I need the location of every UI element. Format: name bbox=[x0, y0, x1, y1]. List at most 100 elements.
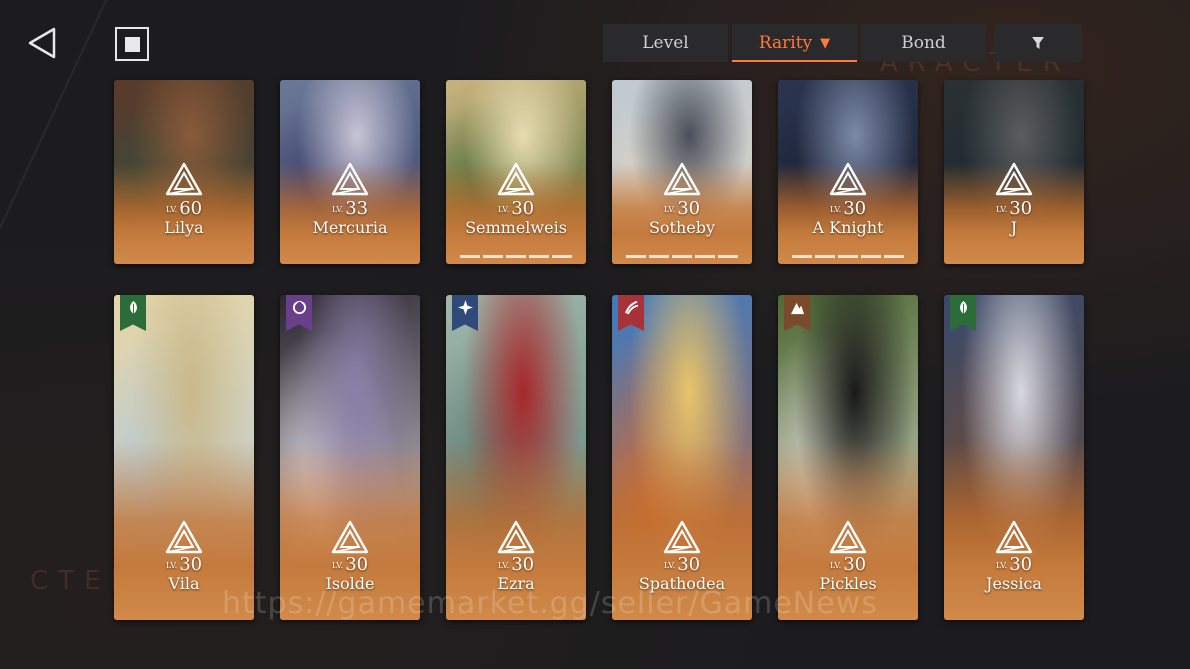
level-value: 30 bbox=[1009, 198, 1033, 219]
flame-icon bbox=[624, 300, 639, 319]
level-value: 30 bbox=[345, 554, 369, 575]
character-name: A Knight bbox=[812, 218, 884, 237]
level-prefix: LV. bbox=[663, 205, 676, 214]
bond-progress-pips bbox=[626, 255, 738, 258]
character-name: Sotheby bbox=[648, 218, 716, 237]
character-card[interactable]: LV. 33 Mercuria bbox=[280, 80, 420, 264]
level-prefix: LV. bbox=[165, 561, 178, 570]
sort-tab-rarity[interactable]: Rarity ▼ bbox=[732, 24, 857, 62]
level-prefix: LV. bbox=[331, 561, 344, 570]
mountain-icon bbox=[790, 300, 805, 319]
character-level: LV. 30 bbox=[446, 554, 586, 575]
level-value: 30 bbox=[843, 198, 867, 219]
bond-pip bbox=[815, 255, 835, 258]
level-value: 30 bbox=[843, 554, 867, 575]
level-prefix: LV. bbox=[663, 561, 676, 570]
level-prefix: LV. bbox=[829, 205, 842, 214]
sort-tab-bond-label: Bond bbox=[901, 33, 946, 53]
rarity-emblem-icon bbox=[497, 162, 535, 196]
character-card[interactable]: LV. 30 Semmelweis bbox=[446, 80, 586, 264]
bond-pip bbox=[529, 255, 549, 258]
level-value: 30 bbox=[511, 554, 535, 575]
back-triangle-icon bbox=[28, 27, 56, 59]
bond-pip bbox=[552, 255, 572, 258]
bond-pip bbox=[483, 255, 503, 258]
level-prefix: LV. bbox=[995, 561, 1008, 570]
character-card[interactable]: LV. 30 Vila bbox=[114, 295, 254, 620]
character-card[interactable]: LV. 60 Lilya bbox=[114, 80, 254, 264]
bond-pip bbox=[626, 255, 646, 258]
bond-pip bbox=[884, 255, 904, 258]
character-level: LV. 33 bbox=[280, 198, 420, 219]
character-name: Semmelweis bbox=[465, 218, 567, 237]
level-prefix: LV. bbox=[829, 561, 842, 570]
level-value: 60 bbox=[179, 198, 203, 219]
character-level: LV. 60 bbox=[114, 198, 254, 219]
level-value: 33 bbox=[345, 198, 369, 219]
rarity-emblem-icon bbox=[663, 162, 701, 196]
character-card[interactable]: LV. 30 Ezra bbox=[446, 295, 586, 620]
bond-pip bbox=[792, 255, 812, 258]
sort-tab-rarity-label: Rarity bbox=[758, 33, 813, 53]
sort-tab-bond[interactable]: Bond bbox=[861, 24, 986, 62]
rarity-emblem-icon bbox=[995, 162, 1033, 196]
character-card[interactable]: LV. 30 Jessica bbox=[944, 295, 1084, 620]
character-card[interactable]: LV. 30 Sotheby bbox=[612, 80, 752, 264]
stop-square-icon bbox=[124, 36, 140, 52]
sort-bar: Level Rarity ▼ Bond bbox=[603, 24, 1082, 62]
character-card[interactable]: LV. 30 A Knight bbox=[778, 80, 918, 264]
character-level: LV. 30 bbox=[944, 198, 1084, 219]
star-icon bbox=[457, 300, 473, 319]
character-level: LV. 30 bbox=[446, 198, 586, 219]
rarity-emblem-icon bbox=[829, 162, 867, 196]
sort-tab-level-label: Level bbox=[642, 33, 689, 53]
sort-direction-icon: ▼ bbox=[820, 35, 831, 51]
bond-pip bbox=[649, 255, 669, 258]
sort-tab-level[interactable]: Level bbox=[603, 24, 728, 62]
bond-pip bbox=[861, 255, 881, 258]
level-prefix: LV. bbox=[165, 205, 178, 214]
level-prefix: LV. bbox=[497, 561, 510, 570]
bond-pip bbox=[506, 255, 526, 258]
bond-pip bbox=[718, 255, 738, 258]
character-card[interactable]: LV. 30 Spathodea bbox=[612, 295, 752, 620]
character-level: LV. 30 bbox=[114, 554, 254, 575]
level-value: 30 bbox=[677, 198, 701, 219]
bond-pip bbox=[460, 255, 480, 258]
rarity-emblem-icon bbox=[331, 162, 369, 196]
character-level: LV. 30 bbox=[778, 198, 918, 219]
bond-pip bbox=[672, 255, 692, 258]
leaf-icon bbox=[957, 300, 970, 319]
bond-pip bbox=[695, 255, 715, 258]
back-button[interactable] bbox=[26, 26, 58, 60]
character-level: LV. 30 bbox=[612, 554, 752, 575]
rarity-emblem-icon bbox=[663, 520, 701, 554]
level-value: 30 bbox=[179, 554, 203, 575]
watermark: https://gamemarket.gg/seller/GameNews bbox=[222, 586, 878, 621]
stop-button[interactable] bbox=[115, 27, 149, 61]
character-card[interactable]: LV. 30 J bbox=[944, 80, 1084, 264]
leaf-icon bbox=[127, 300, 140, 319]
bond-pip bbox=[838, 255, 858, 258]
character-level: LV. 30 bbox=[944, 554, 1084, 575]
level-prefix: LV. bbox=[331, 205, 344, 214]
rarity-emblem-icon bbox=[829, 520, 867, 554]
bond-progress-pips bbox=[460, 255, 572, 258]
character-name: Jessica bbox=[986, 574, 1042, 593]
rarity-emblem-icon bbox=[331, 520, 369, 554]
level-prefix: LV. bbox=[497, 205, 510, 214]
character-name: J bbox=[1010, 218, 1018, 237]
moon-icon bbox=[292, 300, 307, 319]
character-name: Lilya bbox=[164, 218, 204, 237]
level-value: 30 bbox=[1009, 554, 1033, 575]
rarity-emblem-icon bbox=[165, 162, 203, 196]
character-card[interactable]: LV. 30 Pickles bbox=[778, 295, 918, 620]
character-card[interactable]: LV. 30 Isolde bbox=[280, 295, 420, 620]
rarity-emblem-icon bbox=[165, 520, 203, 554]
level-value: 30 bbox=[677, 554, 701, 575]
bond-progress-pips bbox=[792, 255, 904, 258]
character-level: LV. 30 bbox=[280, 554, 420, 575]
filter-button[interactable] bbox=[994, 24, 1082, 62]
character-level: LV. 30 bbox=[612, 198, 752, 219]
level-prefix: LV. bbox=[995, 205, 1008, 214]
